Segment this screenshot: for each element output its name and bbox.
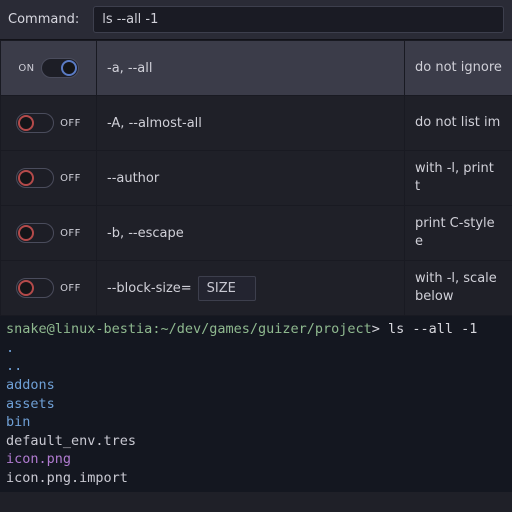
terminal-line: ..: [6, 357, 506, 376]
toggle-label-off: OFF: [60, 118, 81, 129]
toggle-track: [16, 168, 54, 188]
terminal-line: bin: [6, 413, 506, 432]
terminal-line: assets: [6, 395, 506, 414]
toggle-track: [16, 223, 54, 243]
option-name-cell: --block-size=: [97, 261, 405, 315]
toggle-knob: [61, 60, 77, 76]
option-name-cell: -a, --all: [97, 41, 405, 95]
option-description: with -l, scale below: [405, 264, 512, 311]
prompt-at: @linux-bestia: [47, 321, 153, 337]
toggle-knob: [18, 170, 34, 186]
option-name-cell: -b, --escape: [97, 206, 405, 260]
toggle-cell: OFF: [1, 206, 97, 260]
toggle-label-off: OFF: [60, 228, 81, 239]
toggle-label-on: ON: [18, 63, 34, 74]
option-toggle[interactable]: OFF: [16, 168, 81, 188]
option-value-input[interactable]: [198, 276, 256, 301]
option-name: --block-size=: [107, 281, 192, 296]
command-label: Command:: [8, 12, 79, 27]
prompt-symbol: >: [372, 321, 388, 337]
terminal-line: icon.png: [6, 450, 506, 469]
option-toggle[interactable]: OFF: [16, 223, 81, 243]
toggle-cell: OFF: [1, 151, 97, 205]
option-row: OFF --author with -l, print t: [1, 151, 512, 206]
toggle-track: [16, 113, 54, 133]
toggle-cell: ON: [1, 41, 97, 95]
terminal-output: snake@linux-bestia:~/dev/games/guizer/pr…: [0, 316, 512, 492]
option-toggle[interactable]: OFF: [16, 113, 81, 133]
option-toggle[interactable]: ON: [18, 58, 78, 78]
option-name: --author: [107, 171, 159, 186]
terminal-line: addons: [6, 376, 506, 395]
toggle-track: [16, 278, 54, 298]
command-bar: Command:: [0, 0, 512, 40]
toggle-knob: [18, 225, 34, 241]
terminal-line: .: [6, 339, 506, 358]
option-description: with -l, print t: [405, 154, 512, 201]
toggle-track: [41, 58, 79, 78]
prompt-user: snake: [6, 321, 47, 337]
prompt-path: :~/dev/games/guizer/project: [152, 321, 371, 337]
prompt-line: snake@linux-bestia:~/dev/games/guizer/pr…: [6, 320, 506, 339]
toggle-label-off: OFF: [60, 173, 81, 184]
option-description: do not list im: [405, 108, 512, 138]
option-description: do not ignore: [405, 53, 512, 83]
option-row: ON -a, --all do not ignore: [1, 41, 512, 96]
option-row: OFF --block-size= with -l, scale below: [1, 261, 512, 316]
option-name-cell: --author: [97, 151, 405, 205]
toggle-label-off: OFF: [60, 283, 81, 294]
prompt-command: ls --all -1: [388, 321, 477, 337]
option-name: -a, --all: [107, 61, 153, 76]
toggle-cell: OFF: [1, 261, 97, 315]
toggle-knob: [18, 115, 34, 131]
terminal-line: icon.png.import: [6, 469, 506, 488]
option-toggle[interactable]: OFF: [16, 278, 81, 298]
toggle-knob: [18, 280, 34, 296]
terminal-line: default_env.tres: [6, 432, 506, 451]
options-table: ON -a, --all do not ignore OFF -A, --almost-…: [0, 40, 512, 316]
option-row: OFF -A, --almost-all do not list im: [1, 96, 512, 151]
option-name: -A, --almost-all: [107, 116, 202, 131]
option-name-cell: -A, --almost-all: [97, 96, 405, 150]
option-row: OFF -b, --escape print C-style e: [1, 206, 512, 261]
option-description: print C-style e: [405, 209, 512, 256]
option-name: -b, --escape: [107, 226, 184, 241]
toggle-cell: OFF: [1, 96, 97, 150]
command-input[interactable]: [93, 6, 504, 33]
